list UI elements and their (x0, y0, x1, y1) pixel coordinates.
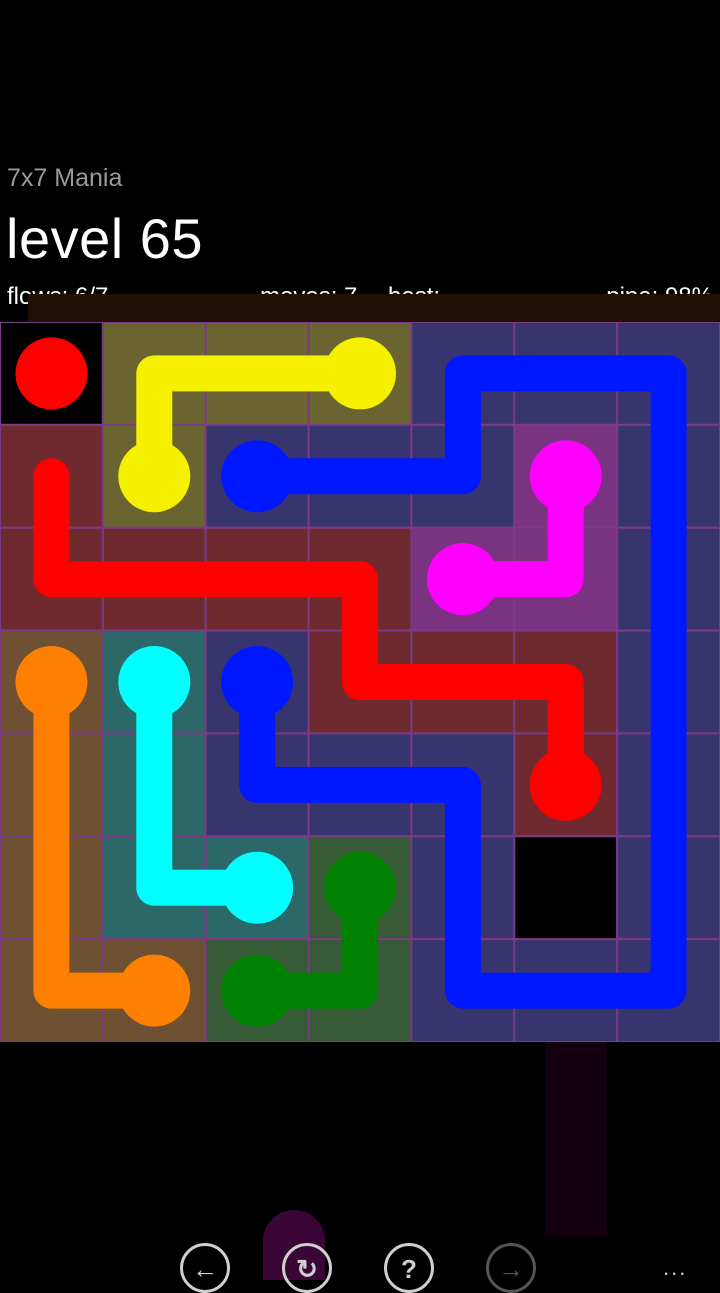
pack-title: 7x7 Mania (7, 164, 123, 192)
blue-dot[interactable] (221, 440, 294, 513)
level-title: level 65 (6, 207, 204, 270)
refresh-icon: ↻ (296, 1254, 318, 1284)
ghost-column (545, 1042, 607, 1237)
hint-button[interactable]: ? (384, 1243, 434, 1293)
orange-dot[interactable] (15, 646, 88, 718)
yellow-dot[interactable] (324, 337, 396, 410)
magenta-dot[interactable] (426, 543, 499, 616)
next-button[interactable]: → (486, 1243, 536, 1293)
red-dot[interactable] (529, 748, 602, 821)
arrow-right-icon: → (498, 1254, 524, 1284)
restart-button[interactable]: ↻ (282, 1243, 332, 1293)
game-board[interactable] (0, 322, 720, 1042)
more-menu[interactable]: ... (663, 1255, 687, 1281)
question-icon: ? (401, 1254, 417, 1284)
bottom-app-bar (0, 1230, 720, 1280)
green-dot[interactable] (221, 954, 294, 1027)
orange-dot[interactable] (118, 954, 191, 1027)
yellow-dot[interactable] (118, 440, 191, 513)
cyan-dot[interactable] (221, 851, 294, 924)
magenta-dot[interactable] (529, 440, 602, 513)
green-dot[interactable] (324, 851, 396, 924)
board-cell[interactable] (513, 835, 619, 941)
board-shadow (28, 294, 720, 324)
cyan-dot[interactable] (118, 646, 191, 718)
back-button[interactable]: ← (180, 1243, 230, 1293)
arrow-left-icon: ← (192, 1254, 218, 1284)
blue-dot[interactable] (221, 646, 294, 718)
red-dot[interactable] (15, 337, 88, 410)
